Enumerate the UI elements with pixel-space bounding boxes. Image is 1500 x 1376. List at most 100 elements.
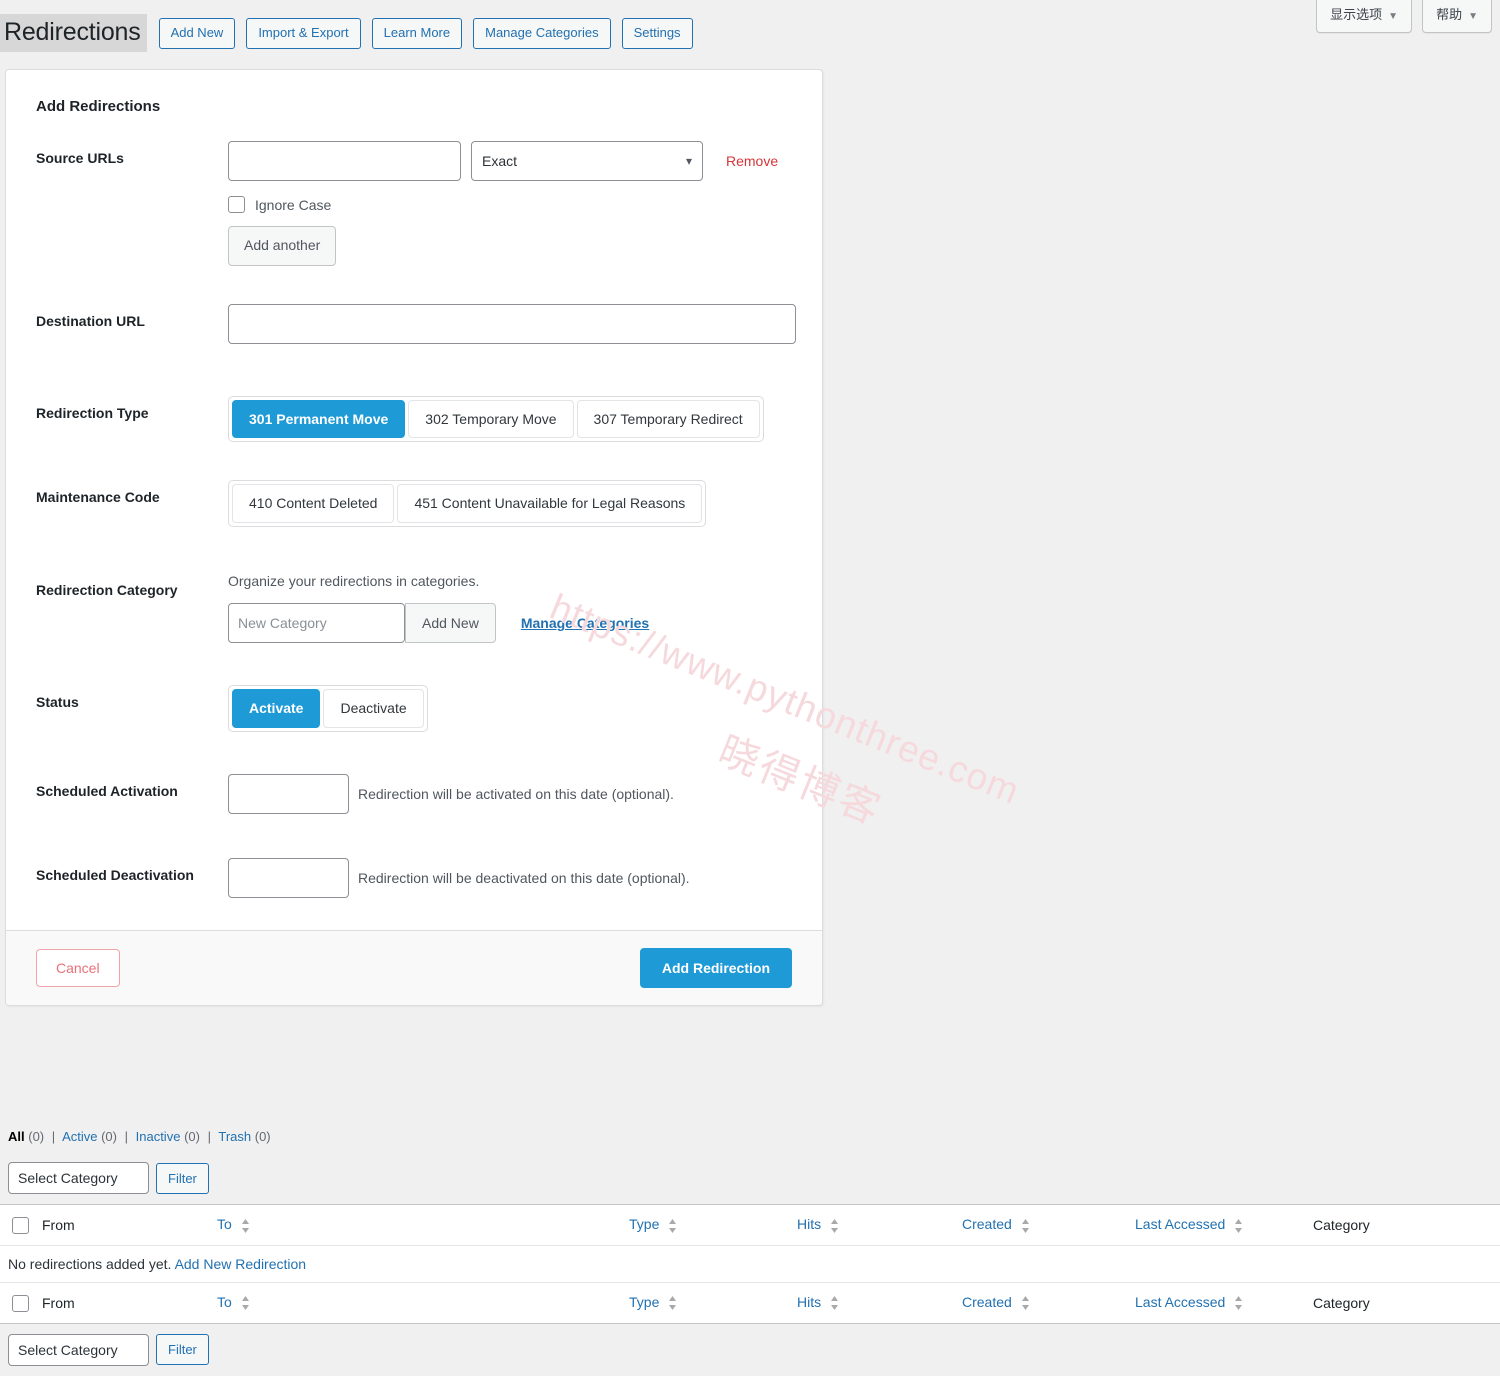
header-action-import-export[interactable]: Import & Export [246,18,360,49]
field-row-scheduled-activation: Scheduled Activation Redirection will be… [36,774,792,814]
field-row-status: Status Activate Deactivate [36,685,792,732]
source-url-line: Exact ▾ Remove [228,141,792,181]
scheduled-deactivation-input[interactable] [228,858,349,898]
ignore-case-label: Ignore Case [255,197,331,213]
help-button[interactable]: 帮助▼ [1422,0,1492,33]
column-label-created: Created [962,1216,1012,1232]
scheduled-activation-label: Scheduled Activation [36,774,228,799]
column-label-created: Created [962,1294,1012,1310]
view-link-inactive[interactable]: Inactive [136,1129,181,1144]
view-link-trash[interactable]: Trash [218,1129,251,1144]
column-footer-type[interactable]: Type [629,1282,797,1323]
redirection-type-option-302[interactable]: 302 Temporary Move [408,400,573,439]
scheduled-activation-input[interactable] [228,774,349,814]
status-group: Activate Deactivate [228,685,428,732]
column-header-type[interactable]: Type [629,1205,797,1246]
tablenav-top: Select Category Filter [0,1158,1500,1204]
view-count-inactive: (0) [184,1129,200,1144]
table-body: No redirections added yet. Add New Redir… [0,1245,1500,1282]
view-count-all: (0) [28,1129,44,1144]
column-label-to: To [217,1216,232,1232]
column-footer-from: From [42,1282,217,1323]
add-redirections-form: Add Redirections Source URLs Exact ▾ Rem… [6,70,822,930]
redirection-category-label: Redirection Category [36,573,228,598]
destination-url-input[interactable] [228,304,796,344]
destination-url-label: Destination URL [36,304,228,329]
sort-arrows-icon [1234,1218,1243,1234]
page-header: Redirections Add New Import & Export Lea… [0,0,1500,52]
field-row-redirection-type: Redirection Type 301 Permanent Move 302 … [36,396,792,443]
add-another-wrap: Add another [228,226,792,266]
status-label: Status [36,685,228,710]
ignore-case-row: Ignore Case [228,196,792,213]
table-header-row: From To Type Hits [0,1205,1500,1246]
redirection-category-help: Organize your redirections in categories… [228,573,792,589]
filter-button-bottom[interactable]: Filter [156,1334,209,1365]
add-redirection-button[interactable]: Add Redirection [640,948,792,988]
form-heading: Add Redirections [36,98,792,115]
select-all-checkbox-footer[interactable] [12,1295,29,1312]
field-row-redirection-category: Redirection Category Organize your redir… [36,573,792,643]
source-match-type-select-wrap: Exact ▾ [471,141,703,181]
redirection-category-controls: Add New Manage Categories [228,603,792,643]
field-row-maintenance-code: Maintenance Code 410 Content Deleted 451… [36,480,792,527]
column-label-type: Type [629,1294,659,1310]
column-label-last-accessed: Last Accessed [1135,1294,1225,1310]
view-label-inactive: Inactive [136,1129,181,1144]
header-action-manage-categories[interactable]: Manage Categories [473,18,610,49]
column-label-to: To [217,1294,232,1310]
select-all-footer-header [0,1282,42,1323]
category-filter-select-bottom[interactable]: Select Category [8,1334,149,1366]
add-another-button[interactable]: Add another [228,226,336,266]
maintenance-code-option-410[interactable]: 410 Content Deleted [232,484,394,523]
screen-meta-links: 显示选项▼ 帮助▼ [1316,0,1492,33]
sort-arrows-icon [668,1218,677,1234]
view-label-trash: Trash [218,1129,251,1144]
column-label-category: Category [1313,1217,1370,1233]
card-footer: Cancel Add Redirection [6,930,822,1005]
column-header-last-accessed[interactable]: Last Accessed [1135,1205,1313,1246]
redirection-type-option-301[interactable]: 301 Permanent Move [232,400,405,439]
sort-arrows-icon [241,1218,250,1234]
sort-arrows-icon [668,1295,677,1311]
source-match-type-select[interactable]: Exact [471,141,703,181]
ignore-case-checkbox[interactable] [228,196,245,213]
view-link-all[interactable]: All [8,1129,25,1144]
column-header-created[interactable]: Created [962,1205,1135,1246]
category-filter-select-top[interactable]: Select Category [8,1162,149,1194]
header-action-settings[interactable]: Settings [622,18,693,49]
maintenance-code-option-451[interactable]: 451 Content Unavailable for Legal Reason… [397,484,702,523]
show-options-button[interactable]: 显示选项▼ [1316,0,1412,33]
redirection-type-option-307[interactable]: 307 Temporary Redirect [577,400,760,439]
column-label-from: From [42,1217,75,1233]
redirection-type-label: Redirection Type [36,396,228,421]
column-header-to[interactable]: To [217,1205,629,1246]
source-urls-label: Source URLs [36,141,228,166]
new-category-input[interactable] [228,603,405,643]
remove-source-url-link[interactable]: Remove [726,153,778,169]
header-action-learn-more[interactable]: Learn More [372,18,462,49]
status-option-activate[interactable]: Activate [232,689,320,728]
filter-button-top[interactable]: Filter [156,1163,209,1194]
cancel-button[interactable]: Cancel [36,949,120,987]
column-footer-to[interactable]: To [217,1282,629,1323]
scheduled-activation-note: Redirection will be activated on this da… [358,786,674,802]
add-new-category-button[interactable]: Add New [405,603,496,643]
select-all-checkbox[interactable] [12,1217,29,1234]
column-footer-hits[interactable]: Hits [797,1282,962,1323]
header-action-add-new[interactable]: Add New [159,18,236,49]
manage-categories-link[interactable]: Manage Categories [521,615,649,631]
column-footer-last-accessed[interactable]: Last Accessed [1135,1282,1313,1323]
column-header-hits[interactable]: Hits [797,1205,962,1246]
status-views: All (0) | Active (0) | Inactive (0) | Tr… [0,1124,1500,1158]
redirection-type-group: 301 Permanent Move 302 Temporary Move 30… [228,396,764,443]
view-link-active[interactable]: Active [62,1129,97,1144]
add-new-redirection-link[interactable]: Add New Redirection [175,1256,307,1272]
column-header-from: From [42,1205,217,1246]
status-option-deactivate[interactable]: Deactivate [323,689,423,728]
select-all-header [0,1205,42,1246]
source-url-input[interactable] [228,141,461,181]
column-footer-created[interactable]: Created [962,1282,1135,1323]
column-label-hits: Hits [797,1216,821,1232]
tablenav-bottom: Select Category Filter [0,1324,1500,1376]
